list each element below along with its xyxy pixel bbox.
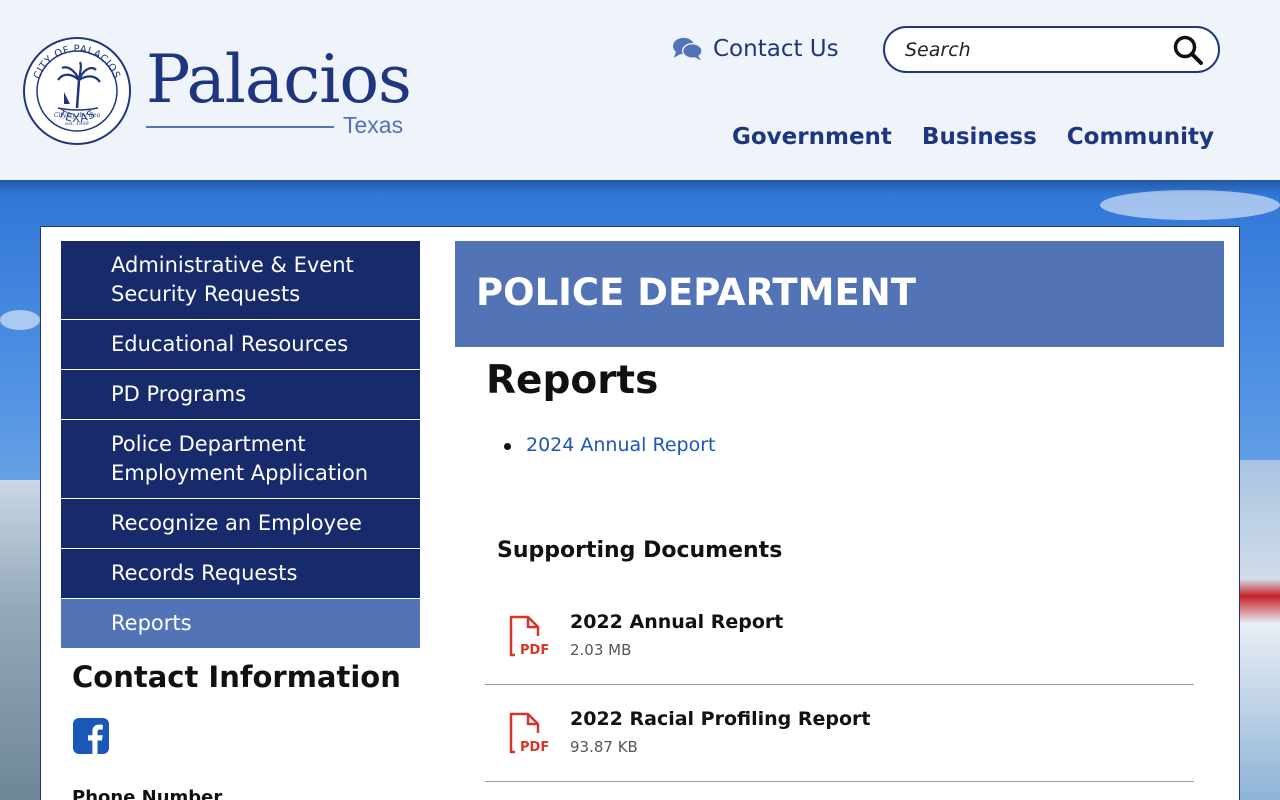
document-size: 93.87 KB <box>570 738 638 756</box>
contact-us-label: Contact Us <box>713 36 839 62</box>
sidebar-item-pd-programs[interactable]: PD Programs <box>61 370 420 420</box>
department-title: POLICE DEPARTMENT <box>476 271 916 314</box>
search-input[interactable] <box>905 38 1172 61</box>
page-title: Reports <box>486 358 659 403</box>
sidebar-item-educational-resources[interactable]: Educational Resources <box>61 320 420 370</box>
document-title: 2022 Racial Profiling Report <box>570 708 871 730</box>
list-bullet <box>504 443 511 450</box>
header-shadow <box>0 180 1280 194</box>
contact-information-heading: Contact Information <box>72 660 401 694</box>
nav-business[interactable]: Business <box>922 124 1037 150</box>
city-seal-logo[interactable]: CITY OF PALACIOS TEXAS City by the Sea e… <box>22 36 132 146</box>
document-item[interactable]: PDF 2022 Annual Report 2.03 MB <box>485 588 1194 685</box>
pdf-badge: PDF <box>520 740 549 755</box>
search-box <box>883 26 1220 73</box>
nav-government[interactable]: Government <box>732 124 892 150</box>
magnifier-icon[interactable] <box>1172 34 1204 66</box>
wordmark-state: Texas <box>343 112 404 138</box>
sidebar-item-security-requests[interactable]: Administrative & Event Security Requests <box>61 241 420 320</box>
pdf-file-icon: PDF <box>509 712 549 755</box>
contact-information-section: Contact Information <box>72 660 401 694</box>
chat-bubbles-icon <box>672 37 703 61</box>
facebook-icon[interactable] <box>73 718 109 754</box>
sidebar-navigation: Administrative & Event Security Requests… <box>61 241 420 649</box>
document-size: 2.03 MB <box>570 641 632 659</box>
supporting-documents-heading: Supporting Documents <box>497 538 783 563</box>
nav-community[interactable]: Community <box>1067 124 1214 150</box>
main-navigation: Government Business Community <box>732 124 1214 150</box>
wordmark-name: Palacios <box>146 41 412 118</box>
report-link-2024-annual[interactable]: 2024 Annual Report <box>526 434 715 456</box>
sidebar-item-reports[interactable]: Reports <box>61 599 420 649</box>
seal-motto: City by the Sea <box>54 112 101 119</box>
contact-us-link[interactable]: Contact Us <box>672 36 839 62</box>
document-title: 2022 Annual Report <box>570 611 784 633</box>
report-link-list: 2024 Annual Report <box>504 434 715 456</box>
site-header: CITY OF PALACIOS TEXAS City by the Sea e… <box>0 0 1280 180</box>
wordmark-rule <box>146 126 334 128</box>
department-banner: POLICE DEPARTMENT <box>455 241 1224 347</box>
seal-est: est. 1909 <box>65 121 89 127</box>
site-wordmark[interactable]: Palacios Texas <box>146 40 412 138</box>
sidebar-item-records-requests[interactable]: Records Requests <box>61 549 420 599</box>
phone-number-label: Phone Number <box>72 787 223 800</box>
document-item[interactable]: PDF 2022 Racial Profiling Report 93.87 K… <box>485 685 1194 782</box>
sidebar-item-employment-application[interactable]: Police Department Employment Application <box>61 420 420 499</box>
harbor-scene-right <box>1240 460 1280 800</box>
harbor-scene-left <box>0 480 40 800</box>
pdf-badge: PDF <box>520 643 549 658</box>
sidebar-item-recognize-employee[interactable]: Recognize an Employee <box>61 499 420 549</box>
pdf-file-icon: PDF <box>509 615 549 658</box>
